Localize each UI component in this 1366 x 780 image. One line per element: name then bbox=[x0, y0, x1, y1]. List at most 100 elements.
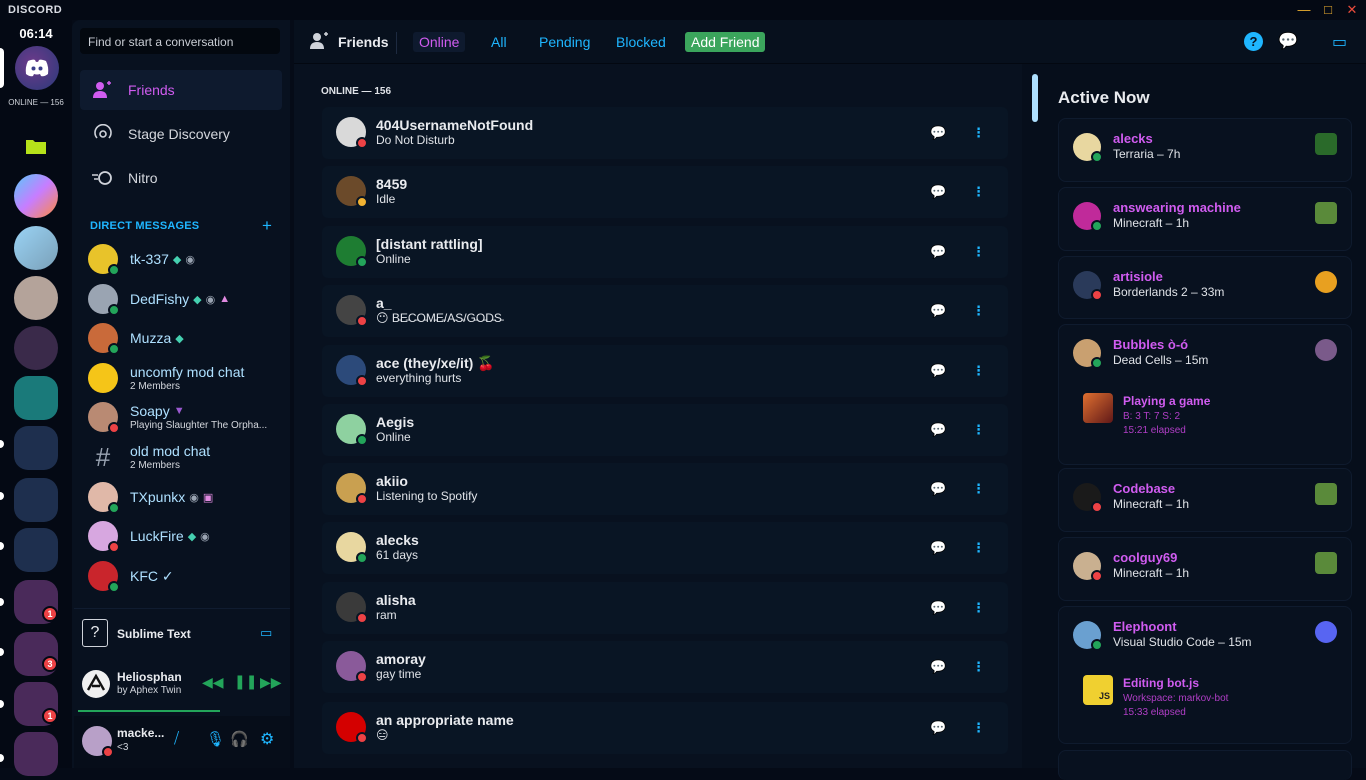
more-options-icon[interactable]: ⋮ bbox=[972, 659, 985, 675]
friend-row[interactable]: ace (they/xe/it) 🍒 everything hurts 💬 ⋮ bbox=[322, 345, 1008, 397]
friend-row[interactable]: amoray gay time 💬 ⋮ bbox=[322, 641, 1008, 693]
message-icon[interactable]: 💬 bbox=[930, 600, 946, 616]
friend-row[interactable]: a_ 😶 B̵E̵C̵O̵M̵E̵/A̵S̵/G̵O̵D̵S̵ 💬 ⋮ bbox=[322, 285, 1008, 337]
activity-card[interactable]: artisiole Borderlands 2 – 33m bbox=[1058, 256, 1352, 319]
message-icon[interactable]: 💬 bbox=[930, 125, 946, 141]
message-icon[interactable]: 💬 bbox=[930, 184, 946, 200]
activity-card[interactable]: Bubbles ò-ó Dead Cells – 15m Playing a g… bbox=[1058, 324, 1352, 465]
card-username: Bubbles ò-ó bbox=[1113, 337, 1189, 352]
friend-status: 😶 B̵E̵C̵O̵M̵E̵/A̵S̵/G̵O̵D̵S̵ bbox=[376, 311, 502, 325]
server-folder[interactable] bbox=[14, 376, 58, 420]
dm-item[interactable]: Muzza ◆ bbox=[80, 319, 282, 357]
dm-item[interactable]: DedFishy ◆ ◉ ▲ bbox=[80, 280, 282, 318]
server-icon[interactable] bbox=[14, 276, 58, 320]
pride-badge-icon: ▲ bbox=[219, 293, 231, 305]
friend-row[interactable]: [distant rattling] Online 💬 ⋮ bbox=[322, 226, 1008, 278]
friend-row[interactable]: alecks 61 days 💬 ⋮ bbox=[322, 522, 1008, 574]
previous-track-icon[interactable]: ◀◀ bbox=[202, 674, 224, 691]
activity-card[interactable]: coolguy69 Minecraft – 1h bbox=[1058, 537, 1352, 601]
friend-row[interactable]: 404UsernameNotFound Do Not Disturb 💬 ⋮ bbox=[322, 107, 1008, 159]
activity-card[interactable]: Elephoont Visual Studio Code – 15m JS Ed… bbox=[1058, 606, 1352, 744]
screen-share-icon[interactable]: ▭ bbox=[260, 625, 272, 641]
avatar bbox=[88, 244, 120, 276]
activity-card[interactable]: answearing machine Minecraft – 1h bbox=[1058, 187, 1352, 251]
more-options-icon[interactable]: ⋮ bbox=[972, 184, 985, 200]
maximize-icon[interactable]: □ bbox=[1320, 2, 1336, 17]
inbox-icon[interactable]: ▭ bbox=[1332, 32, 1347, 52]
message-icon[interactable]: 💬 bbox=[930, 720, 946, 736]
server-folder[interactable] bbox=[14, 478, 58, 522]
activity-card[interactable]: alecks Terraria – 7h bbox=[1058, 118, 1352, 182]
message-icon[interactable]: 💬 bbox=[930, 540, 946, 556]
tab-blocked[interactable]: Blocked bbox=[610, 32, 672, 52]
friend-row[interactable]: akiio Listening to Spotify 💬 ⋮ bbox=[322, 463, 1008, 515]
message-icon[interactable]: 💬 bbox=[930, 363, 946, 379]
friend-name: alisha bbox=[376, 592, 416, 608]
group-dm-item[interactable]: uncomfy mod chat 2 Members bbox=[80, 359, 282, 397]
nav-stage-discovery[interactable]: Stage Discovery bbox=[80, 114, 282, 154]
server-icon[interactable] bbox=[14, 226, 58, 270]
game-icon bbox=[1315, 271, 1337, 293]
pause-icon[interactable]: ❚❚ bbox=[234, 673, 257, 690]
new-group-dm-icon[interactable]: 💬 bbox=[1278, 31, 1298, 51]
tab-all[interactable]: All bbox=[485, 32, 513, 52]
headphones-icon[interactable]: 🎧 bbox=[230, 730, 249, 748]
home-button[interactable] bbox=[15, 46, 59, 90]
dm-item[interactable]: KFC ✓ bbox=[80, 557, 282, 595]
activity-card[interactable] bbox=[1058, 750, 1352, 780]
dm-item[interactable]: tk-337 ◆ ◉ bbox=[80, 240, 282, 278]
status-dot bbox=[356, 671, 368, 683]
tab-pending[interactable]: Pending bbox=[533, 32, 596, 52]
help-icon[interactable]: ? bbox=[1244, 32, 1263, 51]
close-icon[interactable]: ✕ bbox=[1344, 2, 1360, 18]
server-folder[interactable] bbox=[14, 426, 58, 470]
friend-row[interactable]: 8459 Idle 💬 ⋮ bbox=[322, 166, 1008, 218]
avatar bbox=[336, 236, 368, 268]
status-emoji-icon: ▣ bbox=[202, 491, 214, 504]
more-options-icon[interactable]: ⋮ bbox=[972, 720, 985, 736]
user-avatar[interactable] bbox=[82, 726, 114, 758]
more-options-icon[interactable]: ⋮ bbox=[972, 244, 985, 260]
activity-card[interactable]: Codebase Minecraft – 1h bbox=[1058, 468, 1352, 532]
friend-row[interactable]: an appropriate name 😑 💬 ⋮ bbox=[322, 702, 1008, 754]
more-options-icon[interactable]: ⋮ bbox=[972, 422, 985, 438]
server-icon[interactable] bbox=[14, 326, 58, 370]
badge-icon: ◆ bbox=[193, 293, 202, 306]
server-icon[interactable] bbox=[14, 174, 58, 218]
friend-row[interactable]: Aegis Online 💬 ⋮ bbox=[322, 404, 1008, 456]
add-dm-icon[interactable]: + bbox=[262, 216, 272, 236]
friend-row[interactable]: alisha ram 💬 ⋮ bbox=[322, 582, 1008, 634]
message-icon[interactable]: 💬 bbox=[930, 303, 946, 319]
scrollbar-thumb[interactable] bbox=[1032, 74, 1038, 122]
more-options-icon[interactable]: ⋮ bbox=[972, 600, 985, 616]
next-track-icon[interactable]: ▶▶ bbox=[260, 674, 282, 691]
microphone-icon[interactable]: 🎙 bbox=[206, 730, 225, 748]
dm-item[interactable]: TXpunkx ◉ ▣ bbox=[80, 478, 282, 516]
message-icon[interactable]: 💬 bbox=[930, 481, 946, 497]
more-options-icon[interactable]: ⋮ bbox=[972, 481, 985, 497]
server-folder[interactable] bbox=[14, 732, 58, 776]
nav-friends[interactable]: Friends bbox=[80, 70, 282, 110]
friend-status: Online bbox=[376, 252, 411, 266]
screen-off-icon[interactable]: ⧸ bbox=[174, 730, 179, 747]
more-options-icon[interactable]: ⋮ bbox=[972, 363, 985, 379]
settings-gear-icon[interactable]: ⚙ bbox=[260, 729, 274, 749]
message-icon[interactable]: 💬 bbox=[930, 244, 946, 260]
group-dm-item[interactable]: # old mod chat 2 Members bbox=[80, 438, 282, 476]
server-folder[interactable] bbox=[14, 528, 58, 572]
message-icon[interactable]: 💬 bbox=[930, 659, 946, 675]
status-dot bbox=[356, 552, 368, 564]
add-friend-button[interactable]: Add Friend bbox=[685, 32, 766, 52]
nav-nitro[interactable]: Nitro bbox=[80, 158, 282, 198]
minimize-icon[interactable]: — bbox=[1296, 2, 1312, 17]
more-options-icon[interactable]: ⋮ bbox=[972, 540, 985, 556]
folder-icon[interactable] bbox=[26, 138, 46, 154]
more-options-icon[interactable]: ⋮ bbox=[972, 303, 985, 319]
tab-online[interactable]: Online bbox=[413, 32, 466, 52]
search-input[interactable]: Find or start a conversation bbox=[80, 28, 280, 54]
message-icon[interactable]: 💬 bbox=[930, 422, 946, 438]
dm-item[interactable]: LuckFire ◆ ◉ bbox=[80, 517, 282, 555]
friend-name: [distant rattling] bbox=[376, 236, 483, 252]
dm-item[interactable]: Soapy ▼ Playing Slaughter The Orpha... bbox=[80, 398, 282, 436]
more-options-icon[interactable]: ⋮ bbox=[972, 125, 985, 141]
